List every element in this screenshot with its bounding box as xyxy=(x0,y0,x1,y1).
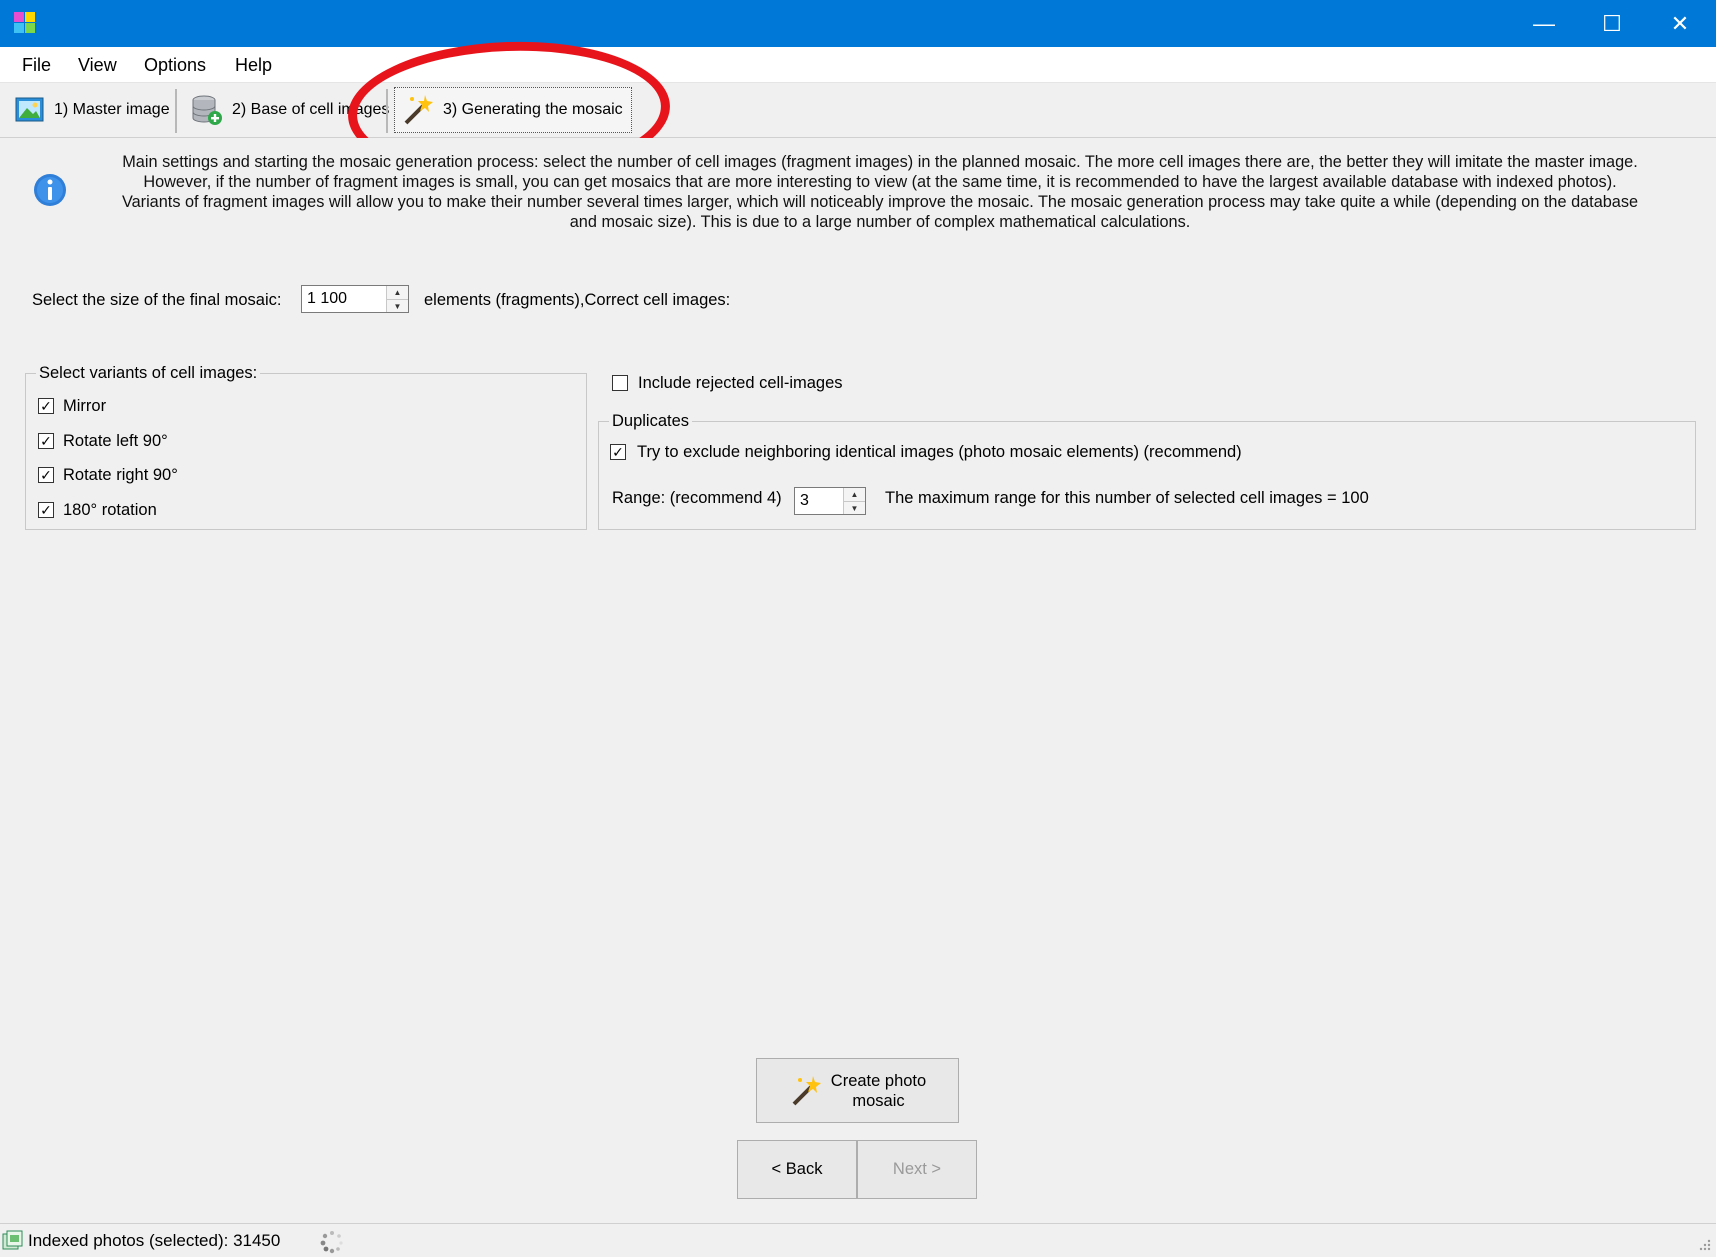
back-button[interactable]: < Back xyxy=(737,1140,857,1199)
mosaic-size-spinner[interactable]: 1 100 ▲ ▼ xyxy=(301,285,409,313)
menu-file[interactable]: File xyxy=(22,55,51,76)
include-rejected-label: Include rejected cell-images xyxy=(638,374,843,392)
tab-master-image[interactable]: 1) Master image xyxy=(8,87,176,133)
tab-base-of-cell-images[interactable]: 2) Base of cell images xyxy=(184,87,395,133)
max-range-text: The maximum range for this number of sel… xyxy=(885,489,1369,507)
info-line: and mosaic size). This is due to a large… xyxy=(569,213,1191,231)
mirror-checkbox[interactable]: ✓ xyxy=(38,398,54,414)
wizard-tabs: 1) Master image 2) Base of cell images 3… xyxy=(0,83,1716,138)
variants-group-title: Select variants of cell images: xyxy=(36,364,261,383)
rotate-left-checkbox[interactable]: ✓ xyxy=(38,433,54,449)
mosaic-size-value: 1 100 xyxy=(307,290,348,307)
mirror-label: Mirror xyxy=(63,397,107,415)
rotate-right-label: Rotate right 90° xyxy=(63,466,178,484)
create-photo-mosaic-button[interactable]: Create photo mosaic xyxy=(756,1058,959,1123)
create-button-label: Create photo mosaic xyxy=(831,1071,926,1111)
exclude-neighbors-checkbox[interactable]: ✓ xyxy=(610,444,626,460)
spinner-down-icon[interactable]: ▼ xyxy=(844,501,865,514)
master-image-icon xyxy=(15,97,44,122)
rotate-right-checkbox[interactable]: ✓ xyxy=(38,467,54,483)
include-rejected-checkbox[interactable] xyxy=(612,375,628,391)
resize-grip-icon[interactable] xyxy=(1696,1238,1712,1254)
magic-wand-icon xyxy=(404,95,433,125)
spinner-arrows[interactable]: ▲ ▼ xyxy=(843,488,865,514)
info-icon xyxy=(34,174,66,206)
indexed-photos-status: Indexed photos (selected): 31450 xyxy=(28,1231,281,1250)
tab-separator xyxy=(386,89,388,133)
duplicates-group xyxy=(598,421,1696,530)
menu-view[interactable]: View xyxy=(78,55,117,76)
title-bar: — ☐ ✕ xyxy=(0,0,1716,47)
info-description: Main settings and starting the mosaic ge… xyxy=(80,152,1680,232)
status-bar: Indexed photos (selected): 31450 xyxy=(0,1223,1716,1257)
info-line: Variants of fragment images will allow y… xyxy=(121,193,1639,211)
spinner-up-icon[interactable]: ▲ xyxy=(387,286,408,299)
tab-generating-the-mosaic[interactable]: 3) Generating the mosaic xyxy=(394,87,632,133)
close-button[interactable]: ✕ xyxy=(1646,0,1714,47)
indexed-photos-icon xyxy=(2,1230,23,1250)
range-value: 3 xyxy=(800,492,809,509)
spinner-arrows[interactable]: ▲ ▼ xyxy=(386,286,408,312)
info-line: However, if the number of fragment image… xyxy=(143,173,1617,191)
duplicates-group-title: Duplicates xyxy=(609,412,693,431)
info-line: Main settings and starting the mosaic ge… xyxy=(122,153,1638,171)
mosaic-size-label: Select the size of the final mosaic: xyxy=(32,291,282,309)
rotation-180-checkbox[interactable]: ✓ xyxy=(38,502,54,518)
menu-bar: File View Options Help xyxy=(0,47,1716,83)
rotate-left-label: Rotate left 90° xyxy=(63,432,168,450)
rotation-180-label: 180° rotation xyxy=(63,501,157,519)
database-add-icon xyxy=(192,95,222,125)
spinner-up-icon[interactable]: ▲ xyxy=(844,488,865,501)
magic-wand-icon xyxy=(792,1075,821,1105)
spinner-down-icon[interactable]: ▼ xyxy=(387,299,408,312)
create-button-line: Create photo xyxy=(830,1071,927,1090)
range-label: Range: (recommend 4) xyxy=(612,489,782,507)
create-button-line: mosaic xyxy=(852,1091,905,1110)
menu-help[interactable]: Help xyxy=(235,55,272,76)
tab-separator xyxy=(175,89,177,133)
menu-options[interactable]: Options xyxy=(144,55,206,76)
minimize-button[interactable]: — xyxy=(1510,0,1578,47)
next-button[interactable]: Next > xyxy=(857,1140,977,1199)
mosaic-size-suffix: elements (fragments),Correct cell images… xyxy=(424,291,731,309)
tab-label: 2) Base of cell images xyxy=(232,101,390,118)
range-spinner[interactable]: 3 ▲ ▼ xyxy=(794,487,866,515)
app-icon xyxy=(14,12,35,33)
loading-spinner-icon xyxy=(320,1231,343,1254)
maximize-button[interactable]: ☐ xyxy=(1578,0,1646,47)
exclude-neighbors-label: Try to exclude neighboring identical ima… xyxy=(637,443,1242,461)
tab-label: 3) Generating the mosaic xyxy=(443,101,623,118)
tab-label: 1) Master image xyxy=(54,101,170,118)
